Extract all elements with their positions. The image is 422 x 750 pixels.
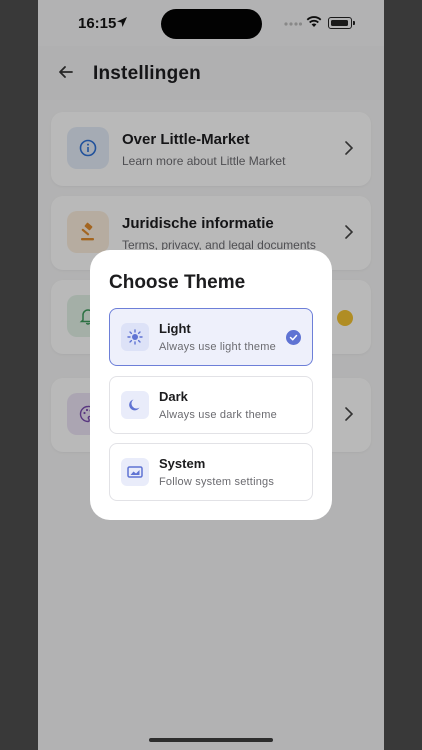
theme-option-label: System — [159, 456, 206, 471]
system-screen-icon — [127, 466, 143, 478]
sun-icon — [127, 329, 143, 345]
sun-icon-wrap — [121, 323, 149, 351]
moon-icon — [129, 399, 140, 411]
dialog-title: Choose Theme — [109, 272, 246, 293]
theme-option-desc: Always use dark theme — [159, 409, 277, 421]
theme-option-desc: Follow system settings — [159, 476, 275, 488]
system-screen-icon-wrap — [121, 458, 149, 486]
moon-icon-wrap — [121, 391, 149, 419]
selected-check-icon — [286, 330, 301, 345]
theme-option-dark[interactable]: Dark Always use dark theme — [109, 376, 313, 434]
theme-option-light[interactable]: Light Always use light theme — [109, 308, 313, 366]
theme-option-system[interactable]: System Follow system settings — [109, 443, 313, 501]
theme-option-label: Light — [159, 321, 191, 336]
theme-dialog: Choose Theme Light Always use light them… — [90, 250, 332, 520]
theme-option-desc: Always use light theme — [159, 341, 276, 353]
theme-option-label: Dark — [159, 389, 188, 404]
